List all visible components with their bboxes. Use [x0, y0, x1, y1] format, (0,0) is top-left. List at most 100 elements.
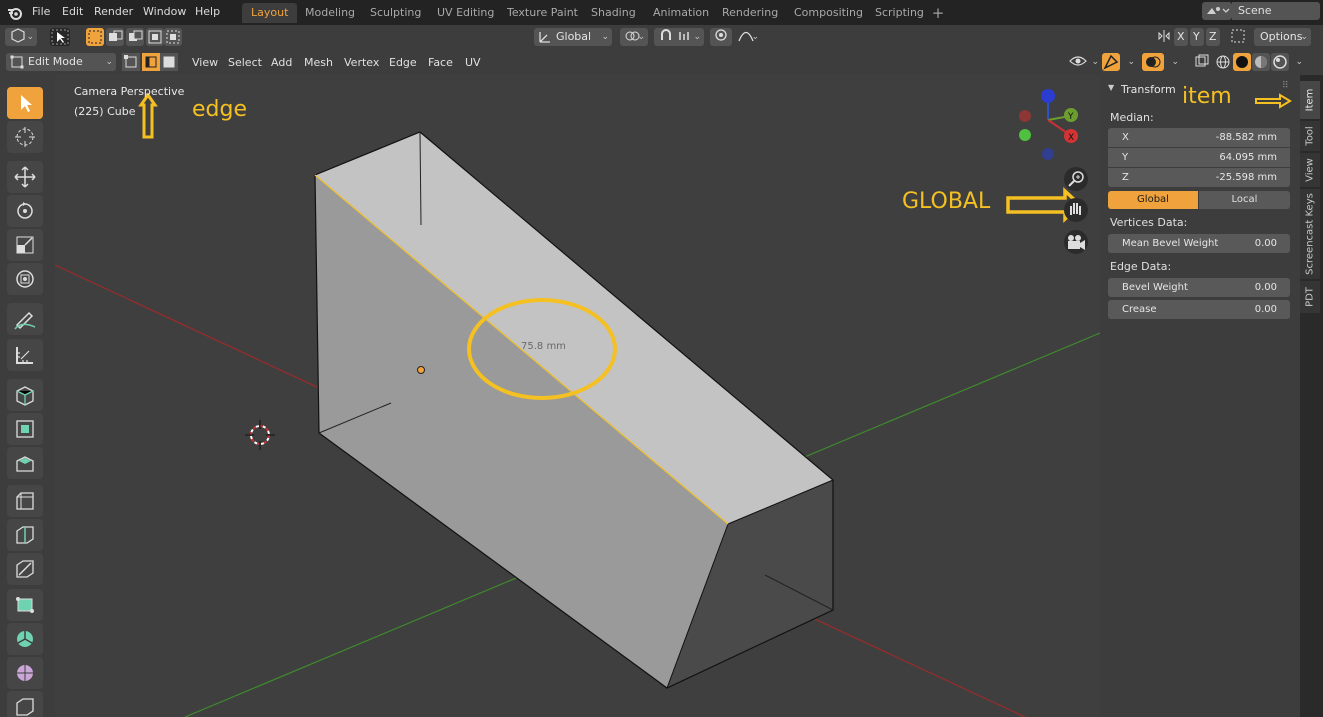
crease-field[interactable]: Crease 0.00 [1108, 300, 1290, 319]
snapping-dropdown[interactable]: ⌄ [654, 28, 704, 46]
mirror-options-button[interactable] [1152, 28, 1172, 46]
shading-wireframe-button[interactable] [1214, 53, 1232, 71]
tab-compositing[interactable]: Compositing [785, 3, 872, 23]
camera-view-button[interactable] [1064, 230, 1088, 254]
tab-texture-paint[interactable]: Texture Paint [498, 3, 587, 23]
edge-slide-tool[interactable] [7, 691, 43, 717]
shading-solid-button[interactable] [1233, 53, 1251, 71]
select-extend-button[interactable] [106, 28, 124, 46]
select-tool-button[interactable] [50, 28, 70, 46]
menu-help[interactable]: Help [195, 5, 220, 18]
select-subtract-button[interactable] [126, 28, 144, 46]
scene-selector-button[interactable] [1202, 2, 1232, 20]
tab-sculpting[interactable]: Sculpting [361, 3, 430, 23]
transform-panel-title[interactable]: Transform [1121, 83, 1176, 96]
tab-tool[interactable]: Tool [1300, 121, 1320, 151]
local-toggle-button[interactable]: Local [1199, 191, 1290, 209]
poly-build-tool[interactable] [7, 589, 43, 621]
smooth-tool[interactable] [7, 657, 43, 689]
global-toggle-button[interactable]: Global [1108, 191, 1198, 209]
menu-edge[interactable]: Edge [389, 56, 417, 69]
transform-tool[interactable] [7, 263, 43, 295]
proportional-editing-button[interactable] [710, 28, 732, 46]
menu-render[interactable]: Render [94, 5, 133, 18]
median-z-field[interactable]: Z -25.598 mm [1108, 168, 1290, 187]
tab-animation[interactable]: Animation [644, 3, 718, 23]
menu-uv[interactable]: UV [465, 56, 481, 69]
interaction-mode-dropdown[interactable]: Edit Mode ⌄ [6, 53, 116, 71]
tab-view[interactable]: View [1300, 153, 1320, 187]
annotate-tool[interactable] [7, 303, 43, 335]
visibility-dropdown[interactable]: ⌄ [1064, 53, 1102, 71]
menu-window[interactable]: Window [143, 5, 186, 18]
median-x-field[interactable]: X -88.582 mm [1108, 128, 1290, 147]
tab-item[interactable]: Item [1300, 81, 1320, 119]
menu-view[interactable]: View [192, 56, 218, 69]
menu-mesh[interactable]: Mesh [304, 56, 333, 69]
spin-tool[interactable] [7, 623, 43, 655]
panel-collapse-icon[interactable]: ▼ [1108, 83, 1114, 92]
panel-drag-handle-icon[interactable]: ⠿ [1282, 81, 1289, 91]
menu-file[interactable]: File [32, 5, 50, 18]
face-select-mode-button[interactable] [160, 53, 178, 71]
blender-logo-icon[interactable] [6, 4, 24, 22]
cursor-tool[interactable] [7, 121, 43, 153]
select-box-new-button[interactable] [86, 28, 104, 46]
vertex-select-mode-button[interactable] [122, 53, 140, 71]
add-workspace-button[interactable]: + [929, 3, 947, 23]
mirror-y-toggle[interactable]: Y [1190, 28, 1204, 46]
knife-tool[interactable] [7, 553, 43, 585]
editor-type-button[interactable]: ⌄ [5, 28, 37, 46]
overlays-dropdown[interactable]: ⌄ [1164, 53, 1182, 71]
menu-vertex[interactable]: Vertex [344, 56, 379, 69]
navigation-gizmo[interactable] [1019, 89, 1078, 160]
tab-rendering[interactable]: Rendering [713, 3, 787, 23]
add-cube-tool[interactable] [7, 379, 43, 411]
select-box-tool[interactable] [7, 87, 43, 119]
mean-bevel-weight-field[interactable]: Mean Bevel Weight 0.00 [1108, 234, 1290, 253]
overlays-toggle-button[interactable] [1142, 53, 1164, 71]
menu-add[interactable]: Add [271, 56, 292, 69]
auto-merge-button[interactable] [1226, 28, 1246, 46]
bevel-tool[interactable] [7, 485, 43, 517]
select-invert-button[interactable] [146, 28, 164, 46]
xray-toggle-button[interactable] [1190, 53, 1210, 71]
tab-layout[interactable]: Layout [242, 3, 298, 23]
tab-screencast-keys[interactable]: Screencast Keys [1300, 189, 1320, 279]
rotate-tool[interactable] [7, 195, 43, 227]
zoom-button[interactable] [1064, 167, 1088, 191]
tab-uv-editing[interactable]: UV Editing [428, 3, 503, 23]
3d-viewport[interactable]: Y X Camera Perspective (225) Cube 75.8 m… [55, 75, 1100, 717]
falloff-dropdown[interactable]: ⌄ [734, 28, 762, 46]
options-dropdown[interactable]: Options ⌄ [1254, 28, 1311, 46]
loop-cut-tool[interactable] [7, 519, 43, 551]
move-tool[interactable] [7, 161, 43, 193]
pan-hand-button[interactable] [1064, 198, 1088, 222]
measure-tool[interactable] [7, 339, 43, 371]
shading-material-button[interactable] [1252, 53, 1270, 71]
mirror-z-toggle[interactable]: Z [1206, 28, 1220, 46]
shading-rendered-button[interactable] [1271, 53, 1289, 71]
scene-name-field[interactable]: Scene [1232, 2, 1320, 20]
scale-tool[interactable] [7, 229, 43, 261]
menu-select[interactable]: Select [228, 56, 262, 69]
tab-scripting[interactable]: Scripting [866, 3, 933, 23]
tab-modeling[interactable]: Modeling [296, 3, 364, 23]
tab-shading[interactable]: Shading [582, 3, 645, 23]
extrude-region-tool[interactable] [7, 413, 43, 445]
gizmo-dropdown[interactable]: ⌄ [1120, 53, 1138, 71]
transform-orientation-dropdown[interactable]: Global ⌄ [534, 28, 612, 46]
edge-select-mode-button[interactable] [142, 53, 160, 71]
pivot-point-dropdown[interactable]: ⌄ [620, 28, 648, 46]
gizmo-toggle-button[interactable] [1102, 53, 1120, 71]
mirror-x-toggle[interactable]: X [1174, 28, 1188, 46]
menu-edit[interactable]: Edit [62, 5, 83, 18]
menu-face[interactable]: Face [428, 56, 453, 69]
inset-faces-tool[interactable] [7, 447, 43, 479]
bevel-weight-field[interactable]: Bevel Weight 0.00 [1108, 278, 1290, 297]
tab-pdt[interactable]: PDT [1300, 281, 1320, 313]
top-menu-bar: File Edit Render Window Help Layout Mode… [0, 0, 1323, 25]
select-intersect-button[interactable] [164, 28, 182, 46]
shading-dropdown[interactable]: ⌄ [1290, 53, 1306, 71]
median-y-field[interactable]: Y 64.095 mm [1108, 148, 1290, 167]
